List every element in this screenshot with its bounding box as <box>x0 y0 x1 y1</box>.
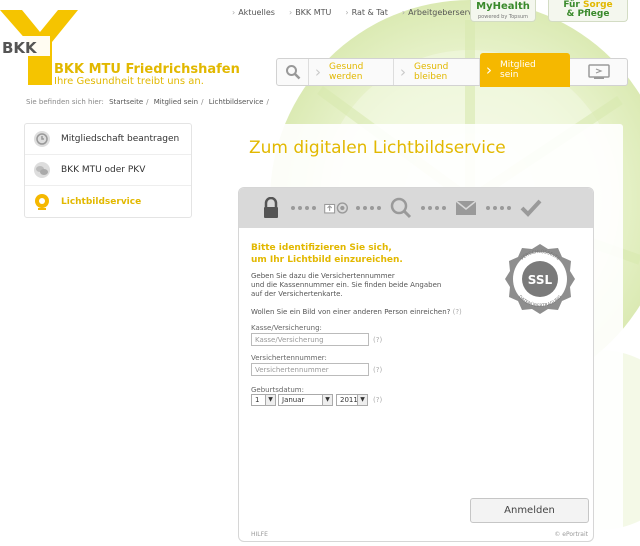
login-button[interactable] <box>570 59 627 85</box>
eportrait-credit: © ePortrait <box>554 531 588 538</box>
breadcrumb-mitglied-sein[interactable]: Mitglied sein <box>154 98 198 106</box>
form-instructions: Geben Sie dazu die Versichertennummer un… <box>251 272 442 298</box>
chevron-down-icon: ▼ <box>265 395 275 405</box>
breadcrumb-lichtbildservice[interactable]: Lichtbildservice <box>209 98 264 106</box>
lock-icon <box>259 196 283 220</box>
versichertennummer-input[interactable] <box>251 363 369 376</box>
geburtsdatum-label: Geburtsdatum: <box>251 386 304 394</box>
topnav-aktuelles[interactable]: Aktuelles <box>232 8 275 17</box>
topnav-bkk-mtu[interactable]: BKK MTU <box>289 8 331 17</box>
nav-gesund-werden[interactable]: › Gesund werden <box>309 59 394 85</box>
anmelden-button[interactable]: Anmelden <box>470 498 589 523</box>
step-dots <box>356 206 381 210</box>
breadcrumb: Sie befinden sich hier: Startseite / Mitg… <box>26 98 269 106</box>
versichertennummer-label: Versichertennummer: <box>251 354 327 362</box>
help-icon[interactable]: (?) <box>453 308 462 316</box>
other-person-link[interactable]: Wollen Sie ein Bild von einer anderen Pe… <box>251 308 462 316</box>
chevron-down-icon: ▼ <box>357 395 367 405</box>
step-bar <box>239 188 593 228</box>
sidebar-item-bkk-pkv[interactable]: BKK MTU oder PKV <box>25 155 191 186</box>
dob-day-select[interactable]: 1 ▼ <box>251 394 276 406</box>
help-icon[interactable]: (?) <box>373 336 382 344</box>
nav-gesund-bleiben[interactable]: › Gesund bleiben <box>394 59 480 85</box>
upload-camera-icon <box>324 196 348 220</box>
form-heading: Bitte identifizieren Sie sich, um Ihr Li… <box>251 243 403 265</box>
ssl-badge: SSL VERSCHLÜSSELTE DATENÜBERTRAGUNG <box>505 244 575 314</box>
dob-month-select[interactable]: Januar ▼ <box>278 394 333 406</box>
clock-icon <box>33 130 51 148</box>
checkmark-icon <box>519 196 543 220</box>
search-icon <box>285 65 300 80</box>
monitor-login-icon <box>587 64 610 79</box>
sidebar-item-mitgliedschaft[interactable]: Mitgliedschaft beantragen <box>25 124 191 155</box>
topnav-rat-tat[interactable]: Rat & Tat <box>345 8 388 17</box>
svg-text:SSL: SSL <box>528 273 553 287</box>
top-navigation: Aktuelles BKK MTU Rat & Tat Arbeitgebers… <box>232 8 484 17</box>
breadcrumb-startseite[interactable]: Startseite <box>109 98 143 106</box>
help-icon[interactable]: (?) <box>373 366 382 374</box>
step-dots <box>421 206 446 210</box>
step-dots <box>486 206 511 210</box>
envelope-icon <box>454 196 478 220</box>
brand-title: BKK MTU Friedrichshafen <box>54 62 240 77</box>
main-content: Zum digitalen Lichtbildservice Bitte ide… <box>213 124 623 544</box>
hilfe-link[interactable]: HILFE <box>251 531 268 538</box>
kasse-input[interactable] <box>251 333 369 346</box>
chevron-right-icon: › <box>315 63 321 81</box>
magnifier-icon <box>389 196 413 220</box>
nav-mitglied-sein[interactable]: › Mitglied sein <box>480 53 570 87</box>
dob-year-select[interactable]: 2011 ▼ <box>336 394 368 406</box>
brand-tagline: Ihre Gesundheit treibt uns an. <box>54 76 204 87</box>
help-icon[interactable]: (?) <box>373 396 382 404</box>
chevron-down-icon: ▼ <box>322 395 332 405</box>
search-button[interactable] <box>277 59 309 85</box>
step-dots <box>291 206 316 210</box>
speech-bubbles-icon <box>33 161 51 179</box>
main-navigation: › Gesund werden › Gesund bleiben › Mitglie… <box>276 53 628 87</box>
myhealth-link[interactable]: MyHealth powered by Topsum <box>470 0 536 22</box>
chevron-right-icon: › <box>486 61 492 79</box>
page-title: Zum digitalen Lichtbildservice <box>249 138 506 158</box>
webcam-icon <box>33 193 51 211</box>
chevron-right-icon: › <box>400 63 406 81</box>
lichtbild-panel: Bitte identifizieren Sie sich, um Ihr Li… <box>238 187 594 542</box>
svg-text:BKK: BKK <box>2 39 38 57</box>
sidebar-item-lichtbildservice[interactable]: Lichtbildservice <box>25 186 191 217</box>
sorge-pflege-link[interactable]: Für Sorge & Pflege <box>548 0 628 22</box>
kasse-label: Kasse/Versicherung: <box>251 324 322 332</box>
sidebar: Mitgliedschaft beantragen BKK MTU oder P… <box>24 123 192 218</box>
